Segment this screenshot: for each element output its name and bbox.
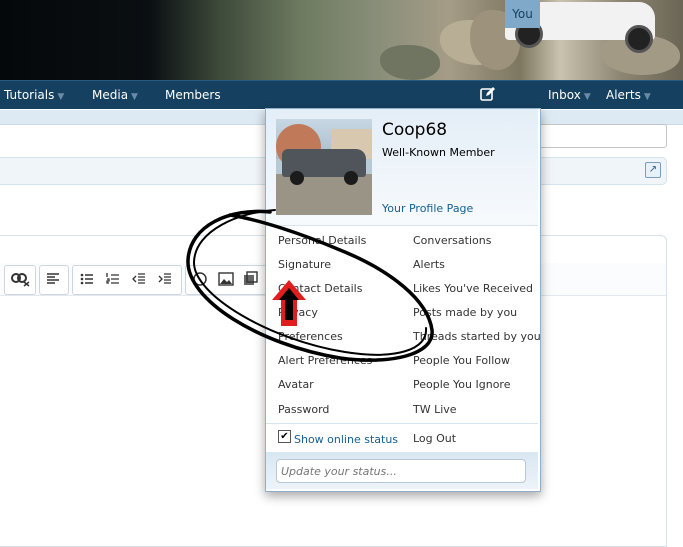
external-link-icon[interactable]: ↗	[645, 162, 661, 178]
numbered-list-icon[interactable]	[106, 272, 120, 286]
pencil-square-icon[interactable]	[480, 86, 496, 102]
menu-item-password[interactable]: Password	[278, 403, 329, 416]
annotation-arrow-icon	[272, 280, 306, 326]
nav-tab-alerts[interactable]: Alerts ▼	[606, 81, 651, 109]
unlink-icon[interactable]	[10, 271, 30, 287]
outdent-icon[interactable]	[132, 272, 146, 286]
logout-link[interactable]: Log Out	[413, 432, 456, 445]
show-online-status-label[interactable]: Show online status	[294, 433, 398, 446]
nav-tab-inbox[interactable]: Inbox ▼	[548, 81, 591, 109]
nav-tab-media[interactable]: Media ▼	[92, 81, 138, 109]
show-online-status-checkbox[interactable]: ✔	[278, 430, 291, 443]
menu-item-tw-live[interactable]: TW Live	[413, 403, 457, 416]
site-header-banner	[0, 0, 683, 80]
status-update-input[interactable]	[276, 459, 526, 483]
chevron-down-icon[interactable]: ▼	[584, 92, 591, 102]
divider	[266, 423, 538, 424]
user-title: Well-Known Member	[382, 146, 495, 159]
nav-tab-members[interactable]: Members	[165, 81, 221, 109]
username[interactable]: Coop68	[382, 120, 447, 140]
chevron-down-icon[interactable]: ▼	[644, 92, 651, 102]
bullet-list-icon[interactable]	[80, 272, 94, 286]
nav-tab-you[interactable]: You	[505, 0, 540, 28]
search-input[interactable]	[535, 124, 667, 148]
main-navbar: Tutorials ▼ Media ▼ Members Inbox ▼ Alerts ▼	[0, 80, 683, 109]
align-left-icon[interactable]	[46, 272, 60, 286]
chevron-down-icon[interactable]: ▼	[131, 92, 138, 102]
nav-tab-tutorials[interactable]: Tutorials ▼	[4, 81, 64, 109]
chevron-down-icon[interactable]: ▼	[57, 92, 64, 102]
